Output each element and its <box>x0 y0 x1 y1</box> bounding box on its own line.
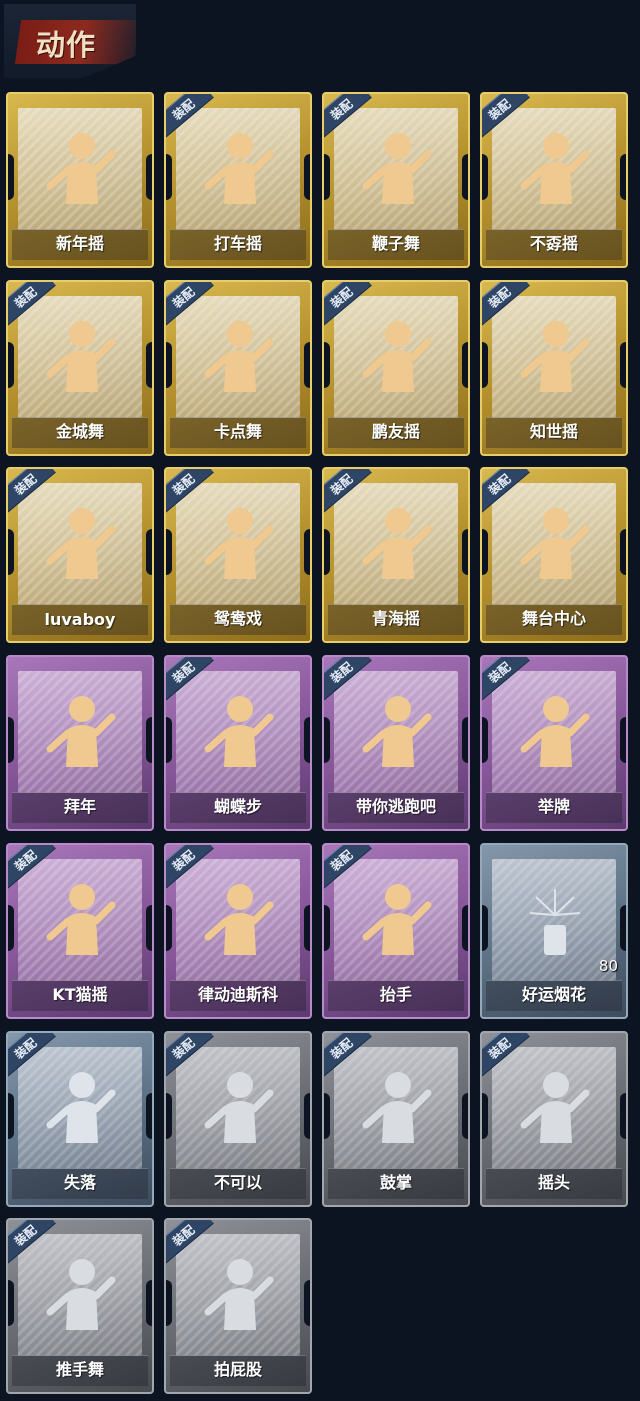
emote-grid: 新年摇 打车摇 装配 鞭子舞 装配 不孬摇 装配金城舞 装配 卡点舞 装配 鹏友摇 装配 知世摇 装配 lu… <box>0 0 640 1401</box>
emote-label: luvaboy <box>44 610 116 629</box>
emote-label: 不可以 <box>213 1173 262 1192</box>
emote-label: 摇头 <box>537 1173 570 1192</box>
emote-label: 舞台中心 <box>521 609 586 628</box>
emote-card[interactable]: 好运烟花 80 <box>480 843 628 1019</box>
emote-label: 好运烟花 <box>521 985 586 1004</box>
emote-label: 抬手 <box>379 985 412 1004</box>
emote-card[interactable]: luvaboy 装配 <box>6 467 154 643</box>
emote-card[interactable]: 金城舞 装配 <box>6 280 154 456</box>
emote-label: 拜年 <box>63 797 96 816</box>
emote-label: 卡点舞 <box>213 422 262 441</box>
emote-label: 不孬摇 <box>529 234 578 253</box>
emote-figure-icon <box>46 133 116 204</box>
emote-label: 带你逃跑吧 <box>355 797 436 816</box>
emote-label: 新年摇 <box>55 234 104 253</box>
emote-figure-icon <box>204 1072 274 1143</box>
emote-figure-icon <box>520 696 590 767</box>
emote-card[interactable]: 摇头 装配 <box>480 1031 628 1207</box>
emote-label: 失落 <box>63 1173 96 1192</box>
emote-label: 鞭子舞 <box>371 234 420 253</box>
emote-figure-icon <box>520 1072 590 1143</box>
emote-figure-icon <box>204 696 274 767</box>
emote-card[interactable]: 知世摇 装配 <box>480 280 628 456</box>
emote-card[interactable]: 蝴蝶步 装配 <box>164 655 312 831</box>
emote-card[interactable]: 青海摇 装配 <box>322 467 470 643</box>
emote-label: 鼓掌 <box>379 1173 412 1192</box>
emote-figure-icon <box>46 696 116 767</box>
emote-figure-icon <box>46 321 116 392</box>
emote-card[interactable]: 不可以 装配 <box>164 1031 312 1207</box>
emote-card[interactable]: 抬手 装配 <box>322 843 470 1019</box>
emote-label: 举牌 <box>537 797 570 816</box>
emote-figure-icon <box>362 696 432 767</box>
emote-figure-icon <box>520 321 590 392</box>
emote-label: 鸳鸯戏 <box>213 609 262 628</box>
emote-card[interactable]: 带你逃跑吧 装配 <box>322 655 470 831</box>
emote-card[interactable]: 鹏友摇 装配 <box>322 280 470 456</box>
emote-figure-icon <box>204 1259 274 1330</box>
emote-card[interactable]: 卡点舞 装配 <box>164 280 312 456</box>
emote-label: 律动迪斯科 <box>197 985 278 1004</box>
emote-card[interactable]: 失落 装配 <box>6 1031 154 1207</box>
emote-figure-icon <box>529 889 581 955</box>
emote-label: 青海摇 <box>371 609 420 628</box>
emote-card[interactable]: 拜年 <box>6 655 154 831</box>
emote-figure-icon <box>520 133 590 204</box>
emote-figure-icon <box>204 508 274 579</box>
emote-card[interactable]: 律动迪斯科 装配 <box>164 843 312 1019</box>
emote-figure-icon <box>46 884 116 955</box>
emote-label: 打车摇 <box>213 234 262 253</box>
emote-figure-icon <box>204 133 274 204</box>
emote-label: 推手舞 <box>55 1360 104 1379</box>
emote-figure-icon <box>362 321 432 392</box>
emote-figure-icon <box>362 508 432 579</box>
emote-card[interactable]: 鞭子舞 装配 <box>322 92 470 268</box>
emote-label: 蝴蝶步 <box>213 797 262 816</box>
emote-figure-icon <box>362 884 432 955</box>
emote-card[interactable]: 新年摇 <box>6 92 154 268</box>
emote-label: 金城舞 <box>55 422 104 441</box>
emote-card[interactable]: 舞台中心 装配 <box>480 467 628 643</box>
emote-figure-icon <box>362 133 432 204</box>
emote-label: KT猫摇 <box>52 985 108 1004</box>
emote-label: 拍屁股 <box>213 1360 262 1379</box>
emote-card[interactable]: KT猫摇 装配 <box>6 843 154 1019</box>
emote-card[interactable]: 举牌 装配 <box>480 655 628 831</box>
emote-card[interactable]: 打车摇 装配 <box>164 92 312 268</box>
emote-figure-icon <box>204 321 274 392</box>
emote-figure-icon <box>204 884 274 955</box>
emote-figure-icon <box>362 1072 432 1143</box>
emote-card[interactable]: 拍屁股 装配 <box>164 1218 312 1394</box>
emote-figure-icon <box>46 1259 116 1330</box>
emote-card[interactable]: 鸳鸯戏 装配 <box>164 467 312 643</box>
emote-label: 知世摇 <box>529 422 578 441</box>
emote-figure-icon <box>46 508 116 579</box>
emote-label: 鹏友摇 <box>371 422 420 441</box>
emote-card[interactable]: 推手舞 装配 <box>6 1218 154 1394</box>
emote-figure-icon <box>46 1072 116 1143</box>
item-count: 80 <box>598 957 618 975</box>
emote-card[interactable]: 不孬摇 装配 <box>480 92 628 268</box>
emote-figure-icon <box>520 508 590 579</box>
emote-card[interactable]: 鼓掌 装配 <box>322 1031 470 1207</box>
